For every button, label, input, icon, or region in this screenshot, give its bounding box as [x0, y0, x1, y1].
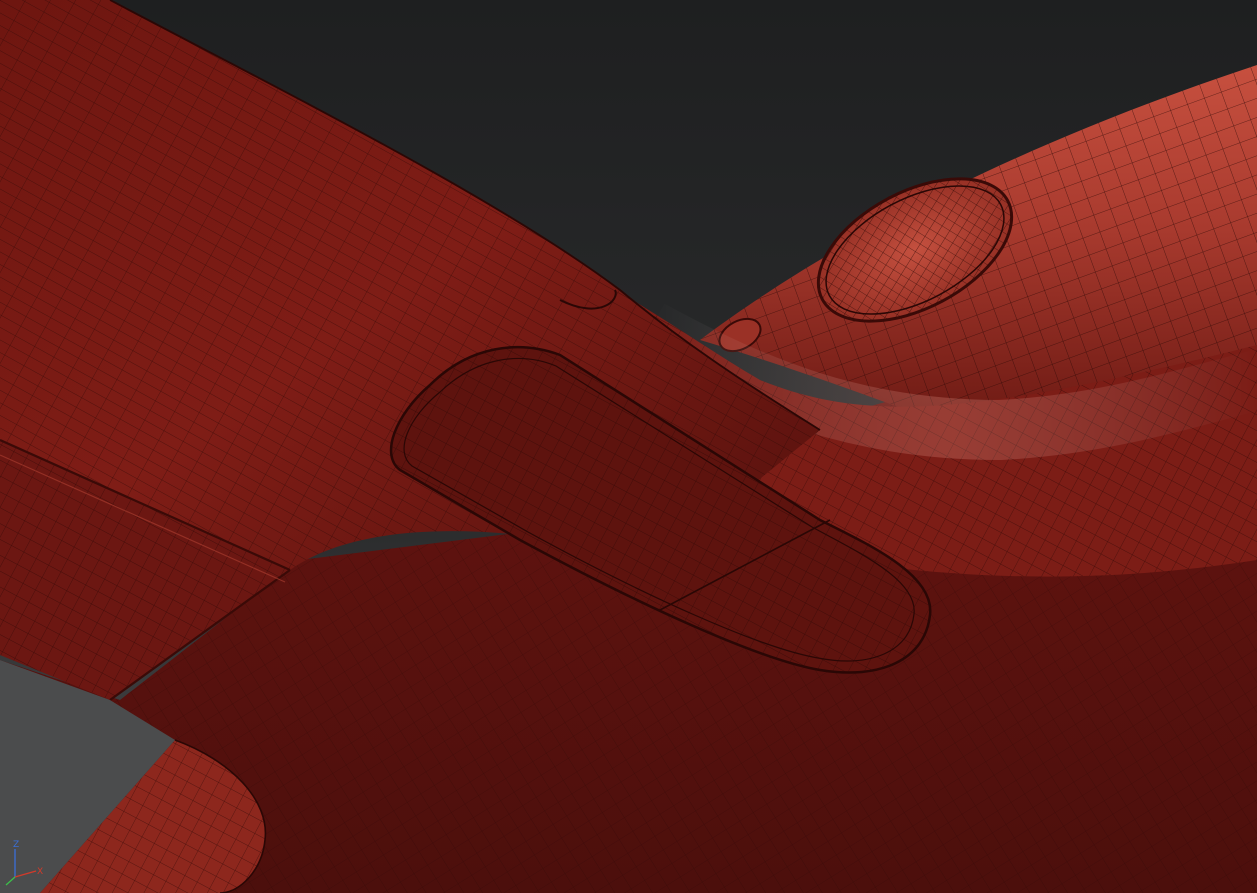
x-axis-label: X: [37, 867, 43, 877]
y-axis-line: [5, 876, 16, 886]
z-axis-label: Z: [13, 840, 19, 850]
viewport-scene[interactable]: [0, 0, 1257, 893]
x-axis-line: [14, 870, 37, 878]
axis-gizmo[interactable]: Z X: [0, 833, 60, 893]
3d-viewport[interactable]: Z X: [0, 0, 1257, 893]
